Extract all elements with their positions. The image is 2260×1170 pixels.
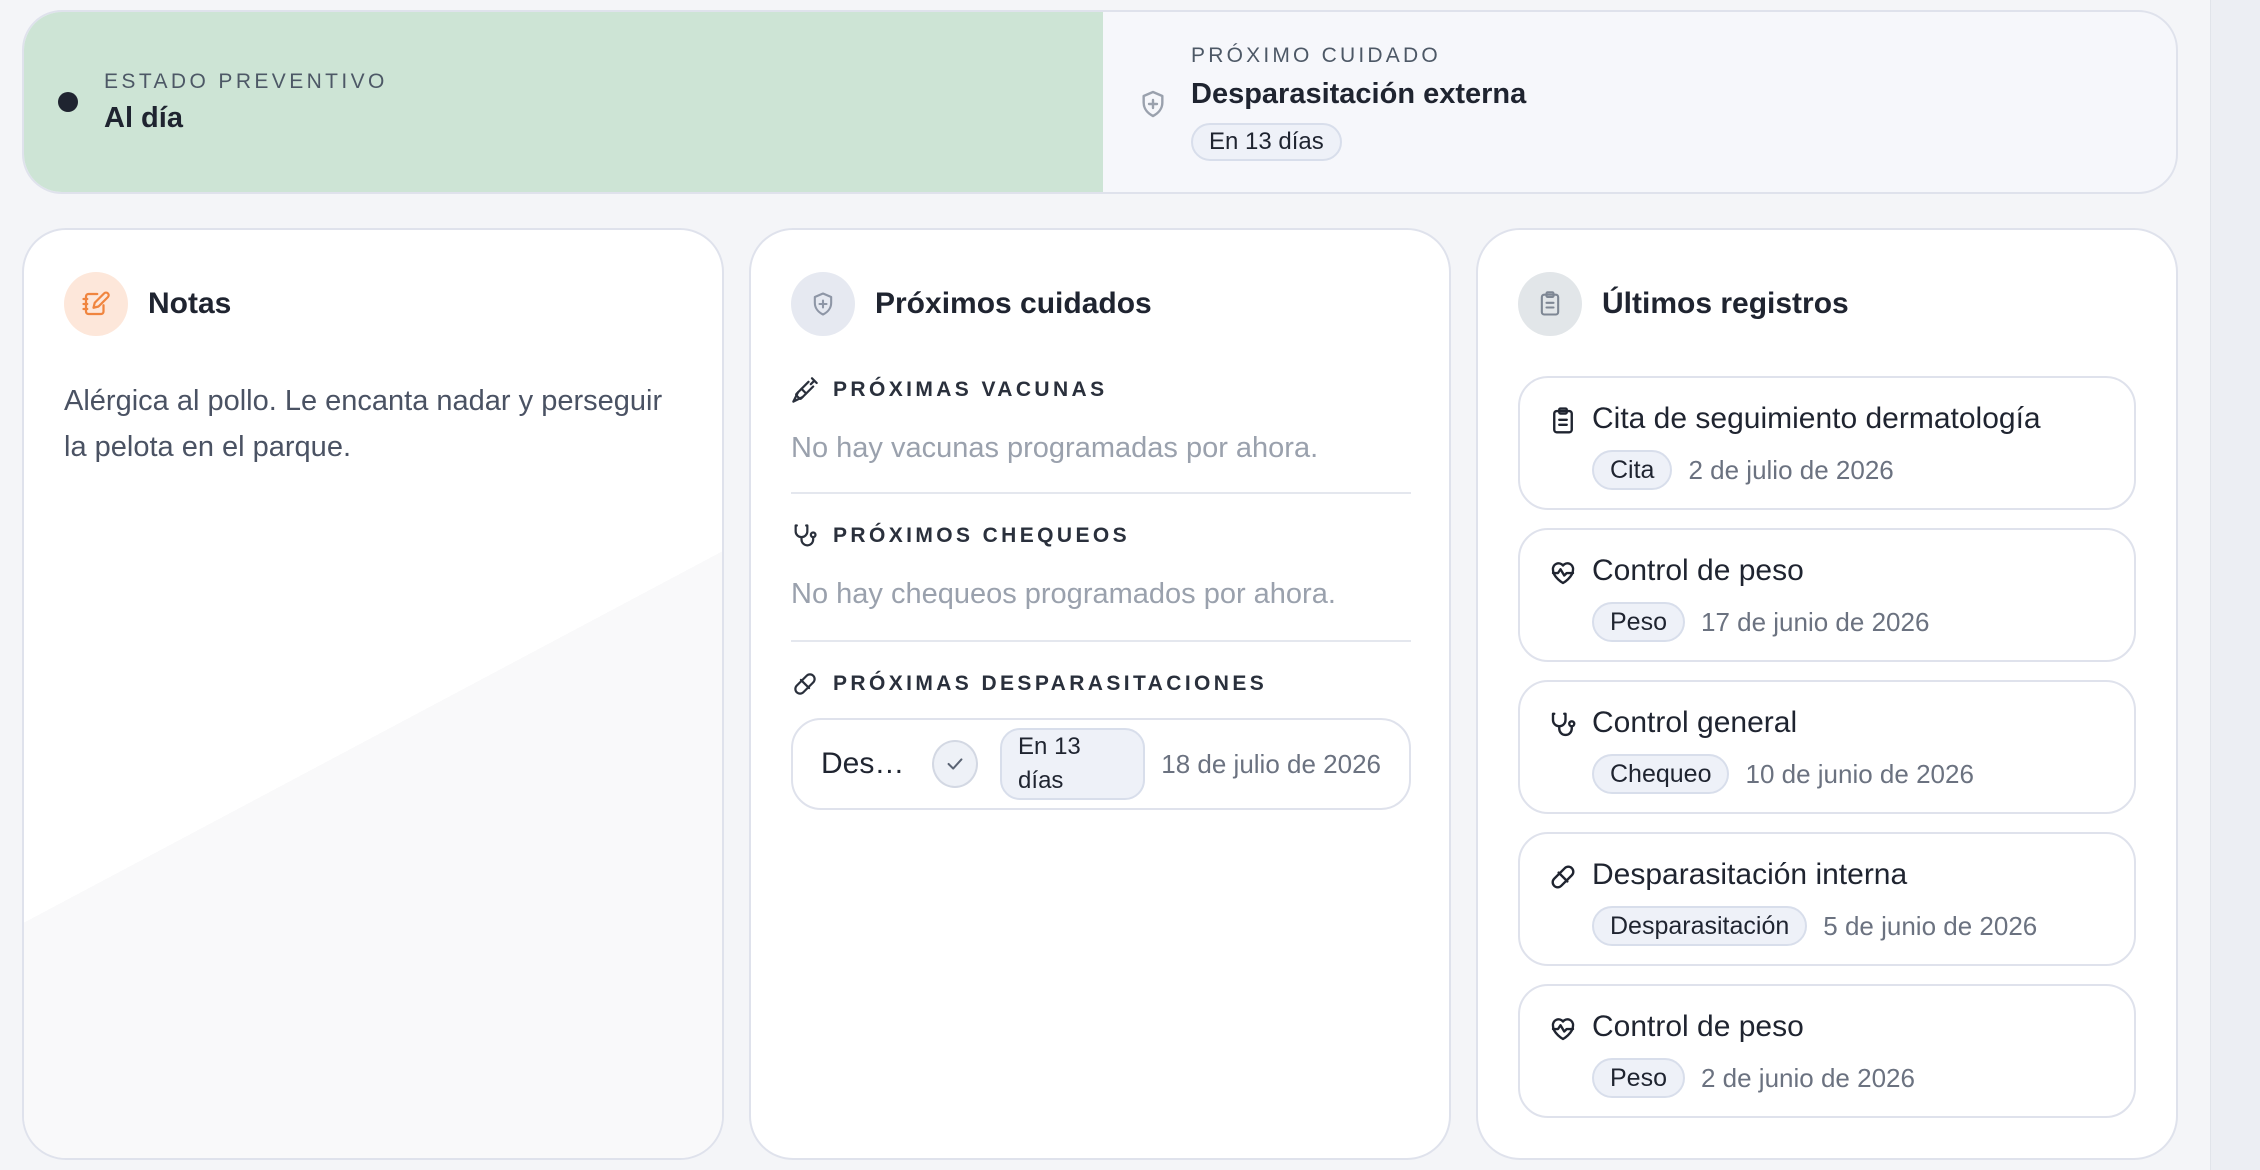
record-item[interactable]: Cita de seguimiento dermatología Cita 2 … (1518, 376, 2136, 510)
notes-header: Notas (64, 272, 231, 336)
next-care-summary[interactable]: PRÓXIMO CUIDADO Desparasitación externa … (1103, 12, 2176, 192)
record-type-badge: Peso (1592, 1058, 1685, 1098)
pill-icon (1551, 865, 1575, 889)
upcoming-care-header: Próximos cuidados (791, 272, 1152, 336)
next-care-kicker: PRÓXIMO CUIDADO (1191, 43, 1441, 67)
record-date: 5 de junio de 2026 (1823, 910, 2038, 941)
record-title: Cita de seguimiento dermatología (1592, 402, 2041, 435)
status-banner: ESTADO PREVENTIVO Al día PRÓXIMO CUIDADO… (22, 10, 2178, 194)
notes-title: Notas (148, 287, 232, 320)
record-type-badge: Peso (1592, 602, 1685, 642)
record-type-badge: Cita (1592, 450, 1673, 490)
stethoscope-icon (1551, 712, 1576, 737)
record-meta: Cita 2 de julio de 2026 (1592, 450, 1894, 490)
status-value: Al día (104, 101, 183, 134)
record-title: Control general (1592, 706, 1798, 739)
notebook-pen-icon (64, 272, 128, 336)
vaccines-label-text: PRÓXIMAS VACUNAS (833, 378, 1108, 401)
record-title: Desparasitación interna (1592, 858, 1908, 891)
pet-health-dashboard: ESTADO PREVENTIVO Al día PRÓXIMO CUIDADO… (0, 0, 2260, 1170)
mark-done-button[interactable] (932, 740, 979, 788)
record-item[interactable]: Desparasitación interna Desparasitación … (1518, 832, 2136, 966)
record-item[interactable]: Control de peso Peso 2 de junio de 2026 (1518, 984, 2136, 1118)
record-date: 17 de junio de 2026 (1700, 606, 1930, 637)
deworming-item-badge: En 13 días (1000, 728, 1146, 800)
vaccines-empty-text: No hay vacunas programadas por ahora. (791, 432, 1319, 464)
upcoming-care-title: Próximos cuidados (875, 287, 1152, 320)
record-meta: Chequeo 10 de junio de 2026 (1592, 754, 1974, 794)
deworming-item-date: 18 de julio de 2026 (1161, 748, 1381, 779)
scrollbar-track[interactable] (2210, 0, 2260, 1170)
shield-plus-icon (791, 272, 855, 336)
record-meta: Peso 2 de junio de 2026 (1592, 1058, 1915, 1098)
check-icon (947, 758, 963, 770)
clipboard-list-icon (1518, 272, 1582, 336)
notes-card: Notas Alérgica al pollo. Le encanta nada… (22, 228, 724, 1160)
next-care-badge: En 13 días (1191, 122, 1342, 161)
dewormings-label-text: PRÓXIMAS DESPARASITACIONES (833, 672, 1268, 695)
heart-pulse-icon (1551, 562, 1575, 585)
syringe-icon (792, 377, 818, 403)
record-title: Control de peso (1592, 1010, 1804, 1043)
divider (791, 492, 1411, 494)
record-meta: Peso 17 de junio de 2026 (1592, 602, 1929, 642)
next-care-title: Desparasitación externa (1191, 77, 1527, 110)
record-type-badge: Desparasitación (1592, 906, 1808, 946)
record-date: 2 de julio de 2026 (1688, 454, 1894, 485)
preventive-status: ESTADO PREVENTIVO Al día (24, 12, 1103, 192)
record-date: 10 de junio de 2026 (1745, 758, 1974, 789)
checkups-empty-text: No hay chequeos programados por ahora. (791, 578, 1336, 610)
latest-records-card: Últimos registros Cita de seguimiento de… (1476, 228, 2178, 1160)
clipboard-list-icon (1553, 407, 1573, 434)
shield-plus-icon (1142, 90, 1164, 118)
deworming-item-name: Desp… (821, 747, 917, 780)
checkups-label: PRÓXIMOS CHEQUEOS (791, 522, 1411, 550)
record-title: Control de peso (1592, 554, 1804, 587)
notes-text: Alérgica al pollo. Le encanta nadar y pe… (64, 385, 663, 463)
pill-icon (794, 673, 816, 695)
vaccines-label: PRÓXIMAS VACUNAS (791, 376, 1411, 404)
record-item[interactable]: Control de peso Peso 17 de junio de 2026 (1518, 528, 2136, 662)
latest-records-header: Últimos registros (1518, 272, 1849, 336)
record-meta: Desparasitación 5 de junio de 2026 (1592, 906, 2037, 946)
upcoming-vaccines-section: PRÓXIMAS VACUNAS No hay vacunas programa… (791, 376, 1411, 465)
dewormings-label: PRÓXIMAS DESPARASITACIONES (791, 670, 1411, 698)
status-dot-icon (58, 92, 78, 112)
upcoming-checkups-section: PRÓXIMOS CHEQUEOS No hay chequeos progra… (791, 522, 1411, 611)
divider (791, 640, 1411, 642)
record-date: 2 de junio de 2026 (1700, 1062, 1915, 1093)
record-item[interactable]: Control general Chequeo 10 de junio de 2… (1518, 680, 2136, 814)
status-kicker: ESTADO PREVENTIVO (104, 69, 388, 93)
record-type-badge: Chequeo (1592, 754, 1730, 794)
heart-pulse-icon (1551, 1018, 1575, 1041)
deworming-item[interactable]: Desp… En 13 días 18 de julio de 2026 (791, 718, 1411, 810)
stethoscope-icon (794, 524, 817, 547)
upcoming-dewormings-section: PRÓXIMAS DESPARASITACIONES (791, 670, 1411, 698)
checkups-label-text: PRÓXIMOS CHEQUEOS (833, 524, 1131, 547)
latest-records-title: Últimos registros (1602, 287, 1849, 320)
upcoming-care-card: Próximos cuidados PRÓXIMAS VACUNAS No ha… (749, 228, 1451, 1160)
